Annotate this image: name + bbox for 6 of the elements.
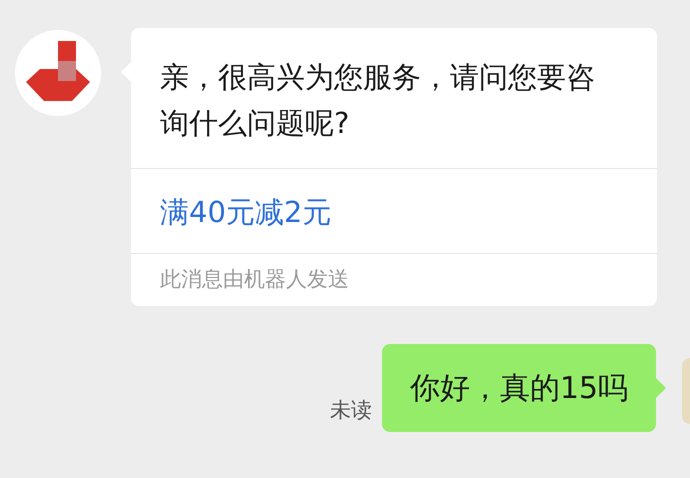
message-text: 亲，很高兴为您服务，请问您要咨询什么问题呢?	[159, 59, 596, 142]
promo-link[interactable]: 满40元减2元	[160, 195, 332, 229]
message-text: 你好，真的15吗	[410, 370, 628, 408]
avatar-logo-icon[interactable]	[15, 30, 101, 116]
unread-status: 未读	[330, 396, 372, 424]
robot-notice: 此消息由机器人发送	[159, 266, 350, 293]
